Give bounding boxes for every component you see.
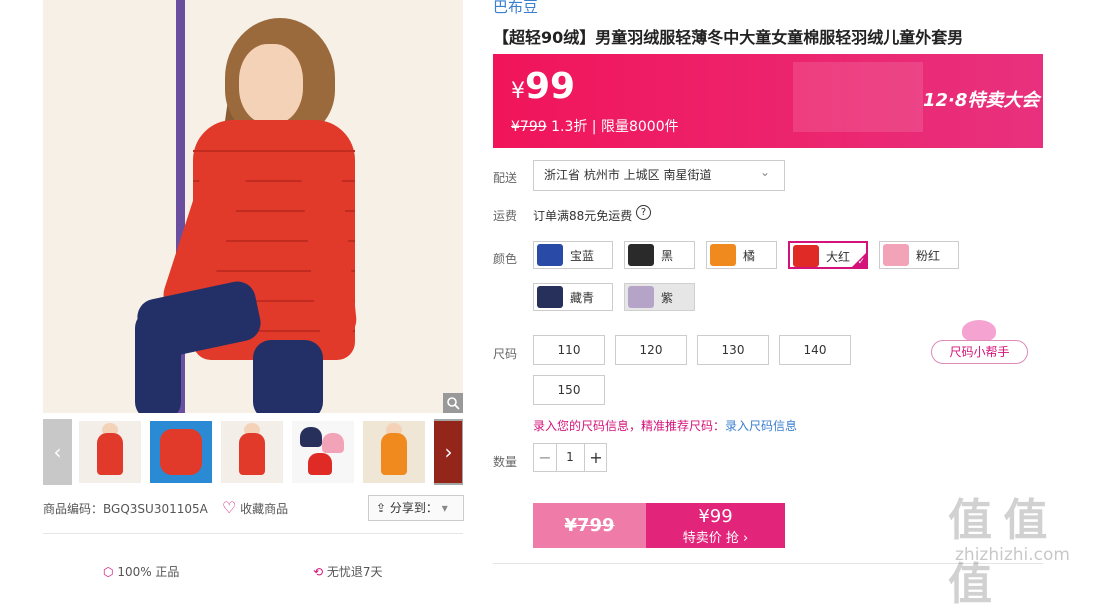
color-swatch (883, 244, 909, 266)
delivery-label: 配送 (493, 171, 518, 185)
brand-link[interactable]: 巴布豆 (493, 0, 538, 17)
magnifier-icon[interactable] (443, 393, 463, 413)
thumbnail-2[interactable] (150, 421, 212, 483)
color-swatch (793, 245, 819, 267)
size-option-140[interactable]: 140 (779, 335, 851, 365)
girl-face (239, 44, 303, 124)
current-price: ¥99 (511, 66, 576, 107)
banner-decoration (793, 62, 923, 132)
quantity-minus-button[interactable]: − (534, 444, 557, 471)
product-main-image[interactable] (43, 0, 463, 413)
color-swatch (537, 244, 563, 266)
thumbnail-5[interactable] (363, 421, 425, 483)
product-code: 商品编码：BGQ3SU301105A (43, 500, 208, 517)
color-swatch (628, 244, 654, 266)
size-option-120[interactable]: 120 (615, 335, 687, 365)
color-option-black[interactable]: 黑 (624, 241, 695, 269)
color-option-navy[interactable]: 藏青 (533, 283, 613, 311)
quantity-stepper: − 1 + (533, 443, 607, 472)
feature-genuine: ⬡ 100% 正品 (103, 565, 180, 579)
product-code-label: 商品编码： (43, 502, 104, 516)
color-swatch (537, 286, 563, 308)
color-label: 颜色 (493, 252, 518, 266)
buy-label: 特卖价 抢 › (682, 531, 749, 546)
price-banner: ¥99 ¥799 1.3折 | 限量8000件 12·8特卖大会 (493, 54, 1043, 148)
feature-return: ⟲ 无忧退7天 (313, 565, 383, 579)
buy-original-price: ¥799 (564, 515, 615, 536)
thumbnail-next-button[interactable]: › (434, 419, 463, 485)
original-price-box: ¥799 (533, 503, 646, 548)
thumbnail-3[interactable] (221, 421, 283, 483)
jeans-shin (135, 310, 181, 413)
thumbnail-prev-button[interactable]: ‹ (43, 419, 72, 485)
size-tip-link[interactable]: 录入尺码信息 (725, 419, 797, 433)
share-button[interactable]: ⇪ 分享到： ▾ (368, 495, 464, 521)
price-detail: ¥799 1.3折 | 限量8000件 (511, 116, 679, 136)
return-icon: ⟲ (313, 565, 324, 579)
color-option-royal-blue[interactable]: 宝蓝 (533, 241, 613, 269)
address-selector[interactable]: 浙江省 杭州市 上城区 南星街道 ⌄ (533, 160, 785, 191)
color-option-red[interactable]: 大红 ✓ (788, 241, 868, 269)
original-price: ¥799 (511, 119, 547, 135)
size-helper-button[interactable]: 尺码小帮手 (931, 340, 1028, 364)
color-swatch (628, 286, 654, 308)
size-label: 尺码 (493, 347, 518, 361)
quantity-input[interactable]: 1 (557, 444, 583, 471)
thumbnail-4[interactable] (292, 421, 354, 483)
help-icon[interactable]: ? (636, 205, 651, 220)
product-code-value: BGQ3SU301105A (103, 502, 208, 516)
size-tip-text: 录入您的尺码信息，精准推荐尺码： (533, 419, 726, 433)
color-swatch (710, 244, 736, 266)
favorite-button[interactable]: ♡ 收藏商品 (222, 498, 288, 517)
color-option-orange[interactable]: 橘 (706, 241, 777, 269)
heart-icon: ♡ (222, 498, 237, 517)
color-option-purple-disabled: 紫 (624, 283, 695, 311)
quantity-plus-button[interactable]: + (584, 444, 607, 471)
buy-price: ¥99 (698, 506, 733, 527)
size-option-110[interactable]: 110 (533, 335, 605, 365)
watermark-url: zhizhizhi.com (955, 545, 1070, 565)
shipping-text: 订单满88元免运费 (533, 209, 633, 223)
buy-now-button[interactable]: ¥99 特卖价 抢 › (646, 503, 785, 548)
shipping-label: 运费 (493, 209, 518, 223)
size-option-150[interactable]: 150 (533, 375, 605, 405)
share-label: 分享到： (389, 501, 438, 515)
discount-info: 1.3折 | 限量8000件 (551, 119, 679, 135)
helper-mascot-icon (962, 320, 996, 342)
chevron-down-icon: ▾ (441, 501, 448, 515)
jeans-right (253, 340, 323, 413)
size-tip: 录入您的尺码信息，精准推荐尺码：录入尺码信息 (533, 417, 797, 434)
check-glyph: ✓ (857, 257, 865, 267)
quantity-label: 数量 (493, 455, 518, 469)
divider (43, 533, 463, 534)
product-title: 【超轻90绒】男童羽绒服轻薄冬中大童女童棉服轻羽绒儿童外套男 (493, 28, 964, 47)
color-option-pink[interactable]: 粉红 (879, 241, 959, 269)
size-option-130[interactable]: 130 (697, 335, 769, 365)
chevron-down-icon: ⌄ (759, 165, 770, 179)
share-icon: ⇪ (376, 501, 387, 515)
thumbnail-strip: ‹ › (43, 419, 463, 485)
event-name: 12·8特卖大会 (923, 90, 1040, 111)
thumbnail-1[interactable] (79, 421, 141, 483)
address-text: 浙江省 杭州市 上城区 南星街道 (544, 168, 712, 182)
shield-icon: ⬡ (103, 565, 114, 579)
favorite-label: 收藏商品 (240, 502, 289, 516)
